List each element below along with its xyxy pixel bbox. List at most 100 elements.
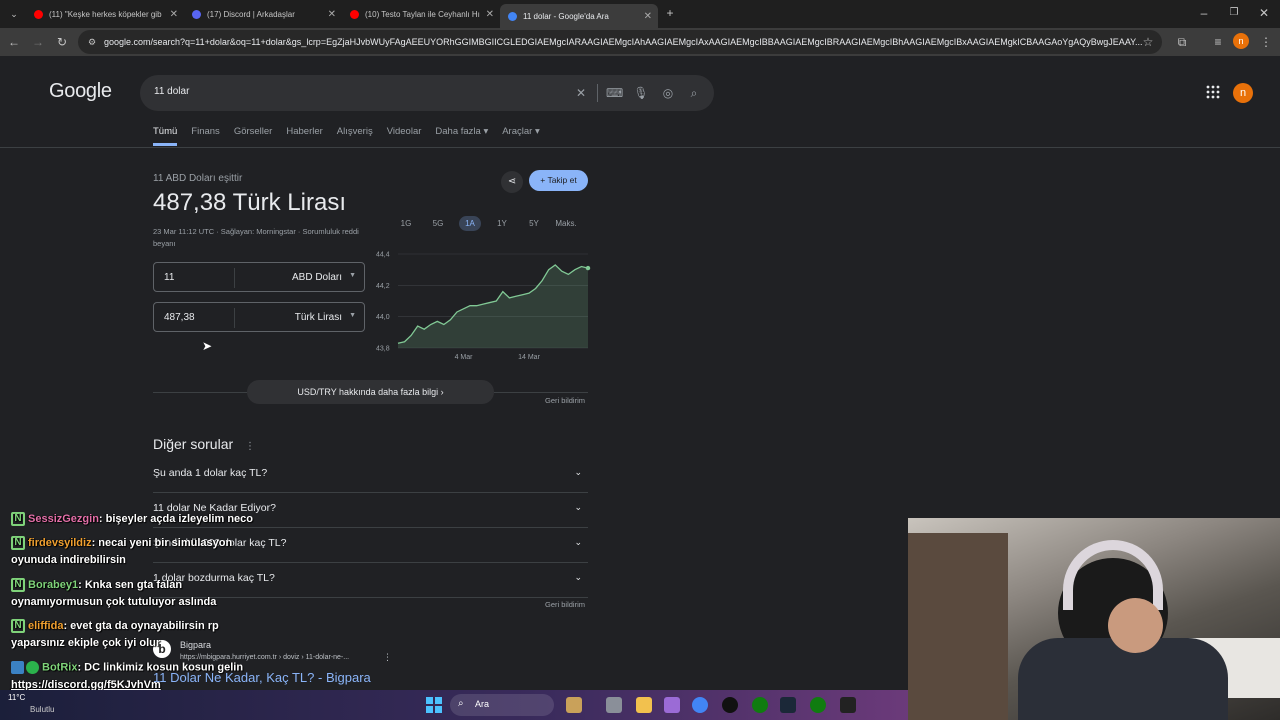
to-amount-input[interactable]: 487,38: [164, 312, 195, 323]
url-text: google.com/search?q=11+dolar&oq=11+dolar…: [104, 37, 1143, 47]
chrome-icon[interactable]: [692, 697, 708, 713]
search-icon[interactable]: ⌕: [686, 85, 702, 101]
epic-games-icon[interactable]: [840, 697, 856, 713]
range-5y[interactable]: 5Y: [518, 216, 550, 231]
range-5d[interactable]: 5G: [422, 216, 454, 231]
tab-strip: ⌄ (11) "Keşke herkes köpekler gib ✕ (17)…: [0, 0, 1280, 28]
apps-grid-icon[interactable]: [1206, 85, 1220, 99]
address-bar[interactable]: ⚙ google.com/search?q=11+dolar&oq=11+dol…: [78, 30, 1162, 54]
chat-username: Borabey1: [28, 578, 79, 591]
browser-tab-4[interactable]: 11 dolar - Google'da Ara ✕: [500, 4, 658, 28]
new-tab-icon[interactable]: +: [662, 5, 678, 21]
weather-label[interactable]: Bulutlu: [30, 705, 54, 714]
chevron-down-icon[interactable]: ⌄: [574, 502, 582, 513]
xbox-icon[interactable]: [752, 697, 768, 713]
browser-tab-2[interactable]: (17) Discord | Arkadaşlar ✕: [184, 4, 342, 24]
store-icon[interactable]: [664, 697, 680, 713]
tab-more[interactable]: Daha fazla ▾: [435, 126, 488, 146]
app-icon[interactable]: [722, 697, 738, 713]
range-1m[interactable]: 1A: [459, 216, 481, 231]
result-url: https://mbigpara.hurriyet.com.tr › doviz…: [180, 654, 350, 661]
mouse-cursor-icon: ➤: [202, 339, 213, 353]
xbox-app-icon[interactable]: [810, 697, 826, 713]
bot-badge-icon: [11, 661, 24, 674]
tab-images[interactable]: Görseller: [234, 126, 273, 146]
chat-text: : evet gta da oynayabilirsin rp: [63, 619, 219, 632]
chat-text: : DC linkimiz kosun kosun gelin: [77, 661, 244, 674]
windows-start-icon[interactable]: [426, 697, 442, 713]
restore-icon[interactable]: ❐: [1226, 5, 1242, 21]
person-face: [1108, 598, 1163, 653]
youtube-icon: [350, 9, 359, 19]
from-amount-field[interactable]: 11 ABD Doları ▼: [153, 262, 365, 292]
search-box[interactable]: 11 dolar ✕ ⌨ 🎙 ◎ ⌕: [140, 75, 714, 111]
close-icon[interactable]: ✕: [644, 11, 652, 22]
extensions-icon[interactable]: ⧉: [1174, 34, 1190, 50]
forward-icon[interactable]: →: [30, 34, 46, 50]
back-icon[interactable]: ←: [6, 34, 22, 50]
more-options-icon[interactable]: ⋮: [383, 652, 392, 663]
close-icon[interactable]: ✕: [486, 9, 494, 20]
window-close-icon[interactable]: ✕: [1256, 5, 1272, 21]
webcam-overlay: [908, 518, 1280, 720]
search-input[interactable]: 11 dolar: [154, 86, 189, 97]
to-amount-field[interactable]: 487,38 Türk Lirası ▼: [153, 302, 365, 332]
paa-title-text: Diğer sorular: [153, 436, 234, 452]
follow-button[interactable]: + Takip et: [529, 170, 588, 191]
range-max[interactable]: Maks.: [550, 216, 582, 231]
more-options-icon[interactable]: ⋮: [245, 441, 255, 452]
browser-tab-1[interactable]: (11) "Keşke herkes köpekler gib ✕: [26, 4, 184, 24]
google-logo[interactable]: Google: [49, 80, 112, 103]
chevron-down-icon[interactable]: ⌄: [574, 572, 582, 583]
steam-icon[interactable]: [780, 697, 796, 713]
file-explorer-icon[interactable]: [636, 697, 652, 713]
profile-avatar[interactable]: n: [1233, 33, 1249, 49]
dropdown-caret-icon: ▼: [349, 312, 356, 319]
microphone-icon[interactable]: 🎙: [633, 85, 649, 101]
minimize-icon[interactable]: –: [1196, 5, 1212, 21]
taskbar-search[interactable]: ⌕ Ara: [450, 694, 554, 716]
reload-icon[interactable]: ↻: [54, 34, 70, 50]
tab-shopping[interactable]: Alışveriş: [337, 126, 373, 146]
from-currency-select[interactable]: ABD Doları: [292, 272, 342, 283]
feedback-link[interactable]: Geri bildirim: [545, 396, 585, 405]
task-view-icon[interactable]: [606, 697, 622, 713]
weather-temp[interactable]: 11°C: [8, 693, 25, 702]
more-info-button[interactable]: USD/TRY hakkında daha fazla bilgi ›: [247, 380, 494, 404]
share-button[interactable]: ⋖: [501, 171, 523, 193]
y-tick-label: 44,4: [376, 252, 390, 259]
game-app-icon[interactable]: [566, 697, 582, 713]
feedback-link[interactable]: Geri bildirim: [545, 600, 585, 609]
tab-tools[interactable]: Araçlar ▾: [502, 126, 540, 146]
site-info-icon[interactable]: ⚙: [84, 34, 100, 50]
chat-username: eliffida: [28, 619, 64, 632]
media-control-icon[interactable]: ≡: [1210, 34, 1226, 50]
divider: [494, 392, 588, 393]
chevron-down-icon[interactable]: ⌄: [574, 467, 582, 478]
tab-finance[interactable]: Finans: [191, 126, 220, 146]
close-icon[interactable]: ✕: [170, 9, 178, 20]
range-1d[interactable]: 1G: [390, 216, 422, 231]
account-avatar[interactable]: n: [1233, 83, 1253, 103]
tab-videos[interactable]: Videolar: [387, 126, 422, 146]
lens-icon[interactable]: ◎: [660, 85, 676, 101]
from-amount-input[interactable]: 11: [164, 272, 174, 283]
paa-question[interactable]: Şu anda 1 dolar kaç TL? ⌄: [153, 458, 588, 493]
tab-search-icon[interactable]: ⌄: [6, 6, 22, 22]
clear-icon[interactable]: ✕: [573, 85, 589, 101]
range-1y[interactable]: 1Y: [486, 216, 518, 231]
chevron-down-icon[interactable]: ⌄: [574, 537, 582, 548]
bookmark-star-icon[interactable]: ☆: [1140, 34, 1156, 50]
keyboard-icon[interactable]: ⌨: [606, 85, 623, 101]
tab-all[interactable]: Tümü: [153, 126, 178, 146]
paa-question[interactable]: 1 dolar bozdurma kaç TL? ⌄: [153, 563, 588, 598]
to-currency-select[interactable]: Türk Lirası: [295, 312, 342, 323]
chat-text: : bişeyler açda izleyelim neco: [98, 512, 253, 525]
menu-icon[interactable]: ⋮: [1258, 34, 1274, 50]
range-selector: 1G 5G 1A 1Y 5Y Maks.: [390, 216, 582, 231]
browser-tab-3[interactable]: (10) Testo Taylan ile Ceyhanlı Hı ✕: [342, 4, 500, 24]
chat-message: N SessizGezgin: bişeyler açda izleyelim n…: [11, 512, 253, 526]
close-icon[interactable]: ✕: [328, 9, 336, 20]
tab-news[interactable]: Haberler: [286, 126, 322, 146]
conversion-result: 487,38 Türk Lirası: [153, 189, 346, 216]
